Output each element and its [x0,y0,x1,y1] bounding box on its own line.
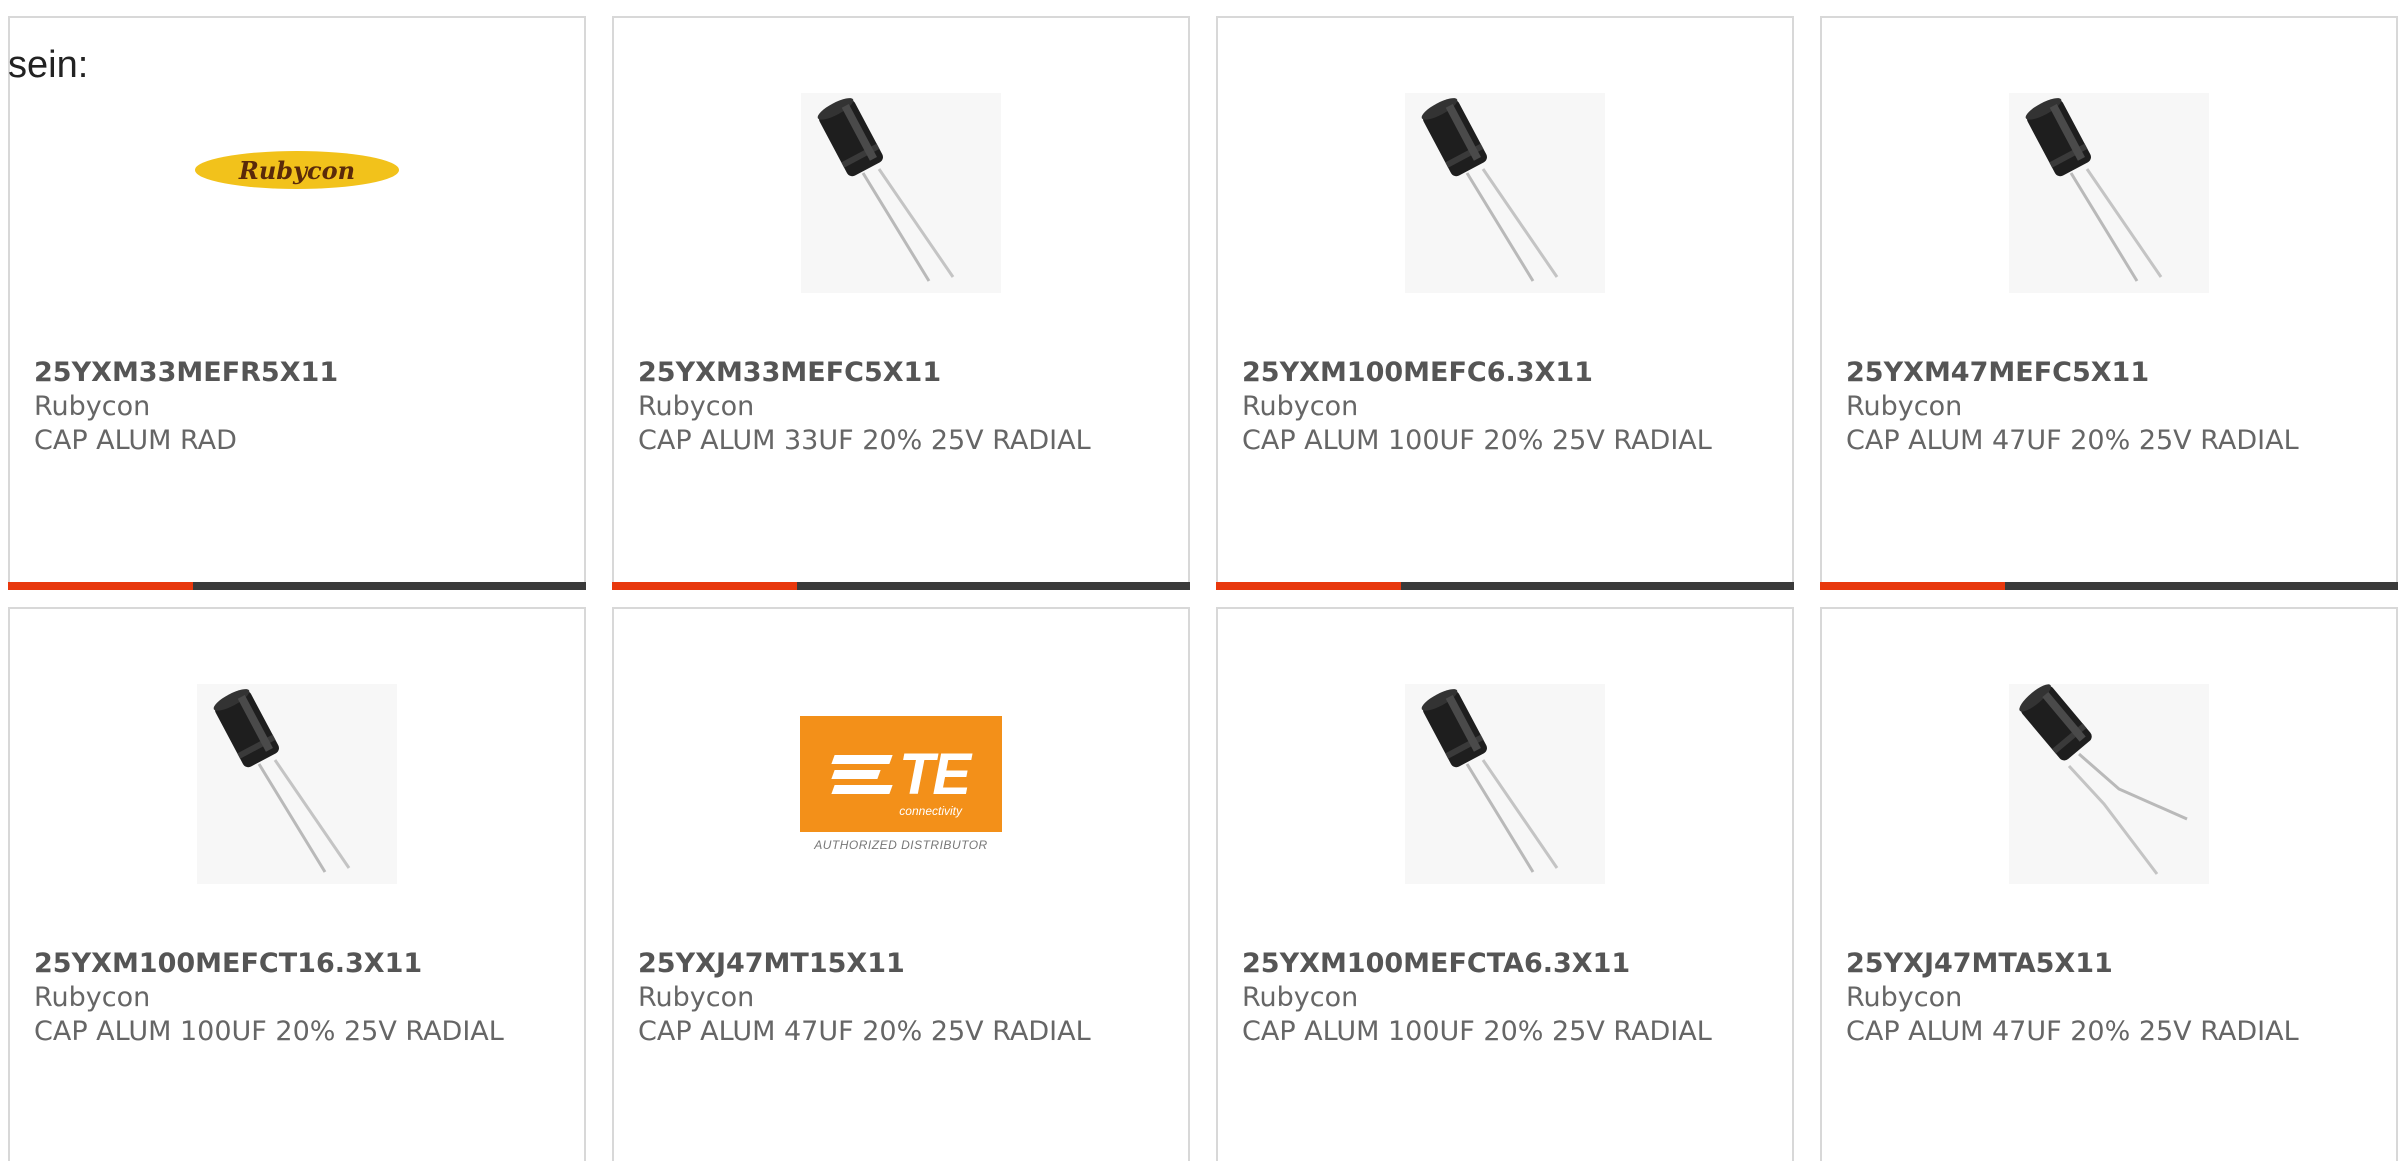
manufacturer: Rubycon [1846,391,1963,422]
product-info: 25YXJ47MT15X11 Rubycon CAP ALUM 47UF 20%… [638,947,1172,1049]
product-card[interactable]: 25YXM47MEFC5X11 Rubycon CAP ALUM 47UF 20… [1820,16,2398,590]
progress-fill [1820,582,2005,590]
capacitor-photo-icon [1405,684,1605,884]
part-number[interactable]: 25YXJ47MT15X11 [638,947,1172,981]
description: CAP ALUM 47UF 20% 25V RADIAL [638,1016,1091,1047]
product-info: 25YXM100MEFCT16.3X11 Rubycon CAP ALUM 10… [34,947,568,1049]
product-image: TE connectivity AUTHORIZED DISTRIBUTOR [614,669,1188,899]
product-card[interactable]: 25YXJ47MTA5X11 Rubycon CAP ALUM 47UF 20%… [1820,607,2398,1161]
product-card[interactable]: 25YXM33MEFC5X11 Rubycon CAP ALUM 33UF 20… [612,16,1190,590]
description: CAP ALUM 47UF 20% 25V RADIAL [1846,1016,2299,1047]
part-number[interactable]: 25YXM100MEFCTA6.3X11 [1242,947,1776,981]
product-image [1822,669,2396,899]
manufacturer: Rubycon [34,982,151,1013]
product-image: Rubycon [10,78,584,308]
product-image [1822,78,2396,308]
intro-text: sein: [8,44,89,86]
product-info: 25YXM33MEFR5X11 Rubycon CAP ALUM RAD [34,356,568,458]
product-image [1218,78,1792,308]
part-number[interactable]: 25YXJ47MTA5X11 [1846,947,2380,981]
te-stripes [831,754,893,794]
te-logo-subtext: connectivity [899,804,962,818]
part-number[interactable]: 25YXM33MEFC5X11 [638,356,1172,390]
progress-fill [8,582,193,590]
product-info: 25YXM33MEFC5X11 Rubycon CAP ALUM 33UF 20… [638,356,1172,458]
capacitor-photo-bent-icon [2009,684,2209,884]
description: CAP ALUM 47UF 20% 25V RADIAL [1846,425,2299,456]
product-card[interactable]: TE connectivity AUTHORIZED DISTRIBUTOR 2… [612,607,1190,1161]
manufacturer: Rubycon [1846,982,1963,1013]
part-number[interactable]: 25YXM33MEFR5X11 [34,356,568,390]
product-image [614,78,1188,308]
manufacturer: Rubycon [638,391,755,422]
description: CAP ALUM 100UF 20% 25V RADIAL [34,1016,504,1047]
part-number[interactable]: 25YXM100MEFCT16.3X11 [34,947,568,981]
manufacturer: Rubycon [1242,391,1359,422]
manufacturer: Rubycon [1242,982,1359,1013]
product-grid: Rubycon 25YXM33MEFR5X11 Rubycon CAP ALUM… [8,16,2398,1161]
product-info: 25YXM100MEFCTA6.3X11 Rubycon CAP ALUM 10… [1242,947,1776,1049]
carousel-progress-bar [8,582,586,590]
product-card[interactable]: Rubycon 25YXM33MEFR5X11 Rubycon CAP ALUM… [8,16,586,590]
part-number[interactable]: 25YXM100MEFC6.3X11 [1242,356,1776,390]
product-image [10,669,584,899]
capacitor-photo-icon [801,93,1001,293]
te-logo-box: TE connectivity [800,716,1002,832]
progress-fill [1216,582,1401,590]
description: CAP ALUM 33UF 20% 25V RADIAL [638,425,1091,456]
page: sein: Rubycon 25YXM33MEFR5X11 Rubycon CA… [0,0,2400,1161]
manufacturer: Rubycon [34,391,151,422]
product-card[interactable]: 25YXM100MEFC6.3X11 Rubycon CAP ALUM 100U… [1216,16,1794,590]
part-number[interactable]: 25YXM47MEFC5X11 [1846,356,2380,390]
capacitor-photo-icon [2009,93,2209,293]
description: CAP ALUM 100UF 20% 25V RADIAL [1242,425,1712,456]
carousel-progress-bar [1820,582,2398,590]
manufacturer: Rubycon [638,982,755,1013]
carousel-progress-bar [1216,582,1794,590]
rubycon-logo-icon: Rubycon [195,151,399,189]
te-connectivity-logo-icon: TE connectivity AUTHORIZED DISTRIBUTOR [800,716,1002,852]
progress-fill [612,582,797,590]
product-info: 25YXM47MEFC5X11 Rubycon CAP ALUM 47UF 20… [1846,356,2380,458]
te-logo-text: TE [898,741,971,807]
capacitor-photo-icon [197,684,397,884]
capacitor-photo-icon [1405,93,1605,293]
description: CAP ALUM 100UF 20% 25V RADIAL [1242,1016,1712,1047]
te-logo-caption: AUTHORIZED DISTRIBUTOR [814,838,988,852]
product-card[interactable]: 25YXM100MEFCT16.3X11 Rubycon CAP ALUM 10… [8,607,586,1161]
product-card[interactable]: 25YXM100MEFCTA6.3X11 Rubycon CAP ALUM 10… [1216,607,1794,1161]
product-image [1218,669,1792,899]
description: CAP ALUM RAD [34,425,237,456]
product-info: 25YXM100MEFC6.3X11 Rubycon CAP ALUM 100U… [1242,356,1776,458]
product-info: 25YXJ47MTA5X11 Rubycon CAP ALUM 47UF 20%… [1846,947,2380,1049]
carousel-progress-bar [612,582,1190,590]
